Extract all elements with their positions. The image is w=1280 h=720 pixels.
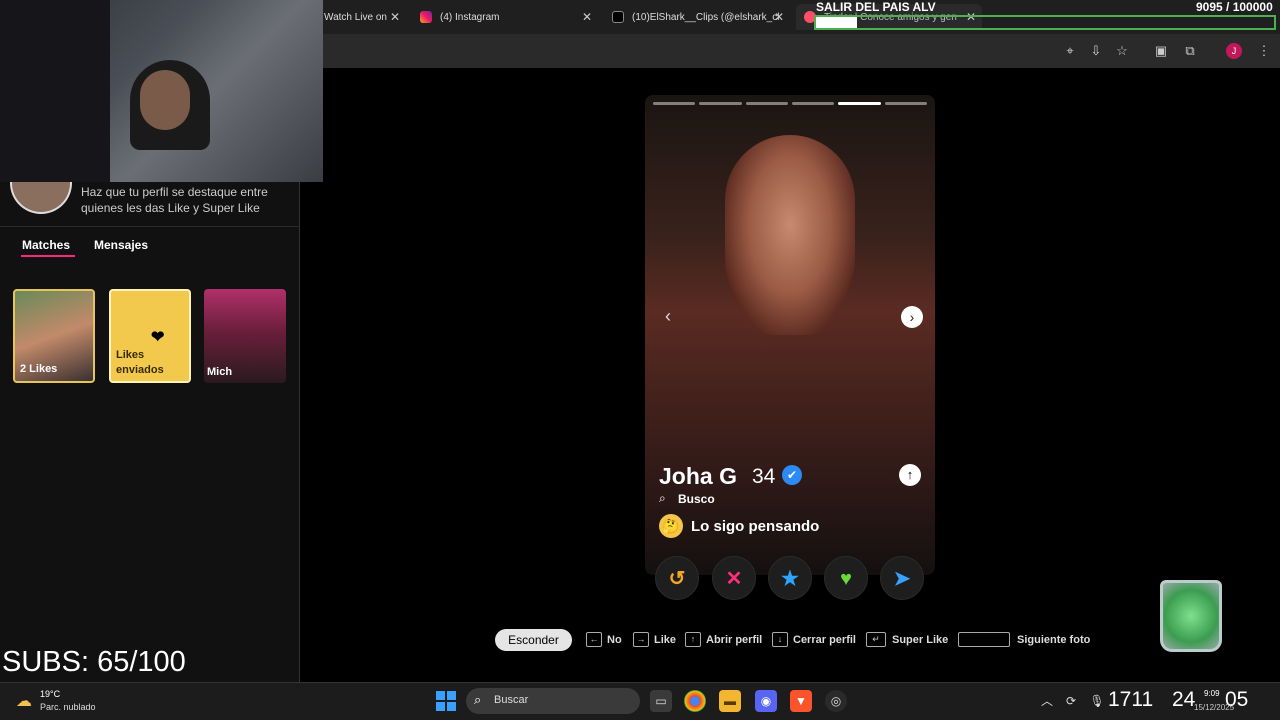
- discord-icon[interactable]: ◉: [755, 690, 777, 712]
- close-icon[interactable]: ✕: [582, 10, 592, 24]
- stream-clock-minutes: 24: [1172, 688, 1196, 711]
- trash-can-icon: [1160, 580, 1222, 652]
- thinking-emoji-icon: 🤔: [659, 514, 683, 538]
- nope-button[interactable]: ✕: [712, 556, 756, 600]
- windows-start-icon[interactable]: [436, 691, 456, 711]
- sync-icon[interactable]: ⟳: [1060, 690, 1082, 712]
- goal-title: SALIR DEL PAIS ALV: [816, 0, 936, 14]
- search-icon: ⌕: [659, 491, 666, 505]
- hide-shortcuts-button[interactable]: Esconder: [495, 629, 572, 651]
- shortcut-label: Cerrar perfil: [793, 634, 856, 646]
- brave-icon[interactable]: ▼: [790, 690, 812, 712]
- down-arrow-key-icon: ↓: [772, 632, 788, 647]
- active-tab-indicator: [21, 255, 75, 257]
- task-view-icon[interactable]: ▭: [650, 690, 672, 712]
- photo-segment[interactable]: [699, 102, 742, 105]
- bookmark-star-icon[interactable]: ☆: [1114, 43, 1130, 59]
- search-icon: ⌕: [474, 692, 482, 707]
- search-placeholder: Buscar: [494, 694, 529, 706]
- file-explorer-icon[interactable]: ▬: [719, 690, 741, 712]
- card-label: 2 Likes: [20, 363, 58, 375]
- profile-name: Joha G: [659, 463, 737, 489]
- goal-progress-fill: [816, 17, 857, 28]
- super-like-button[interactable]: ★: [768, 556, 812, 600]
- looking-for-label: Busco: [678, 492, 715, 506]
- obs-icon[interactable]: ◎: [825, 690, 847, 712]
- tab-label: (10)ElShark__Clips (@elshark_cl: [632, 11, 780, 23]
- tab-instagram[interactable]: (4) Instagram ✕: [412, 4, 598, 30]
- subs-counter: SUBS: 65/100: [2, 646, 186, 678]
- stream-clock-hours: 1711: [1108, 688, 1154, 711]
- tab-tiktok[interactable]: (10)ElShark__Clips (@elshark_cl ✕: [604, 4, 790, 30]
- instagram-icon: [420, 11, 432, 23]
- shortcut-label: Siguiente foto: [1017, 634, 1091, 646]
- promo-text: Haz que tu perfil se destaque entre quie…: [81, 185, 268, 215]
- tiktok-icon: [612, 11, 624, 23]
- enter-key-icon: ↵: [866, 632, 886, 647]
- tab-matches[interactable]: Matches: [22, 238, 70, 252]
- left-arrow-key-icon: ←: [586, 632, 602, 647]
- goal-progress-bar: [814, 15, 1276, 30]
- space-key-icon: [958, 632, 1010, 647]
- divider: [0, 226, 300, 227]
- match-card-mich[interactable]: Mich: [204, 289, 286, 383]
- verified-badge-icon: ✔: [782, 465, 802, 485]
- install-icon[interactable]: ⇩: [1088, 43, 1104, 59]
- weather-icon[interactable]: ☁: [16, 691, 32, 711]
- rewind-button[interactable]: ↺: [655, 556, 699, 600]
- heart-icon: ❤: [151, 329, 165, 346]
- shortcut-label: Abrir perfil: [706, 634, 763, 646]
- system-time[interactable]: 9:09: [1204, 689, 1220, 698]
- taskbar-search-input[interactable]: [466, 688, 640, 714]
- boost-button[interactable]: ➤: [880, 556, 924, 600]
- chrome-icon[interactable]: [684, 690, 706, 712]
- previous-photo-icon[interactable]: ‹: [658, 306, 678, 326]
- extensions-icon[interactable]: ⧉: [1182, 43, 1198, 59]
- photo-segment[interactable]: [745, 102, 788, 105]
- relationship-goal: Lo sigo pensando: [691, 518, 820, 535]
- shortcut-label: No: [607, 634, 622, 646]
- goal-count: 9095 / 100000: [1196, 0, 1273, 14]
- system-date[interactable]: 15/12/2025: [1194, 703, 1234, 712]
- likes-sent-card[interactable]: ❤ Likes enviados: [109, 289, 191, 383]
- media-icon[interactable]: ▣: [1153, 43, 1169, 59]
- weather-temperature: 19°C: [40, 689, 61, 699]
- location-icon[interactable]: ⌖: [1062, 43, 1078, 59]
- next-photo-icon[interactable]: ›: [901, 306, 923, 328]
- webcam-overlay: [0, 0, 323, 182]
- close-icon[interactable]: ✕: [774, 10, 784, 24]
- close-icon[interactable]: ✕: [390, 10, 400, 24]
- tab-watch-live[interactable]: Watch Live on ✕: [316, 4, 406, 30]
- tab-label: (4) Instagram: [440, 11, 500, 23]
- menu-icon[interactable]: ⋮: [1256, 43, 1272, 59]
- profile-age: 34: [752, 465, 776, 488]
- right-arrow-key-icon: →: [633, 632, 649, 647]
- like-button[interactable]: ♥: [824, 556, 868, 600]
- tab-label: Watch Live on: [324, 11, 387, 23]
- photo-segment[interactable]: [653, 102, 696, 105]
- open-profile-button[interactable]: ↑: [899, 464, 921, 486]
- photo-segment[interactable]: [838, 102, 881, 105]
- profile-photo: [725, 135, 855, 335]
- shortcut-label: Like: [654, 634, 677, 646]
- profile-avatar[interactable]: J: [1226, 43, 1242, 59]
- card-label: Mich: [207, 366, 233, 378]
- photo-segment[interactable]: [792, 102, 835, 105]
- up-arrow-key-icon: ↑: [685, 632, 701, 647]
- card-label: Likes enviados: [116, 349, 164, 376]
- photo-segment[interactable]: [884, 102, 927, 105]
- tray-chevron-icon[interactable]: ︿: [1036, 690, 1058, 712]
- microphone-icon[interactable]: 🎙: [1086, 690, 1108, 712]
- weather-condition: Parc. nublado: [40, 702, 96, 712]
- tab-mensajes[interactable]: Mensajes: [94, 238, 148, 252]
- shortcut-label: Super Like: [892, 634, 949, 646]
- likes-card[interactable]: 2 Likes: [13, 289, 95, 383]
